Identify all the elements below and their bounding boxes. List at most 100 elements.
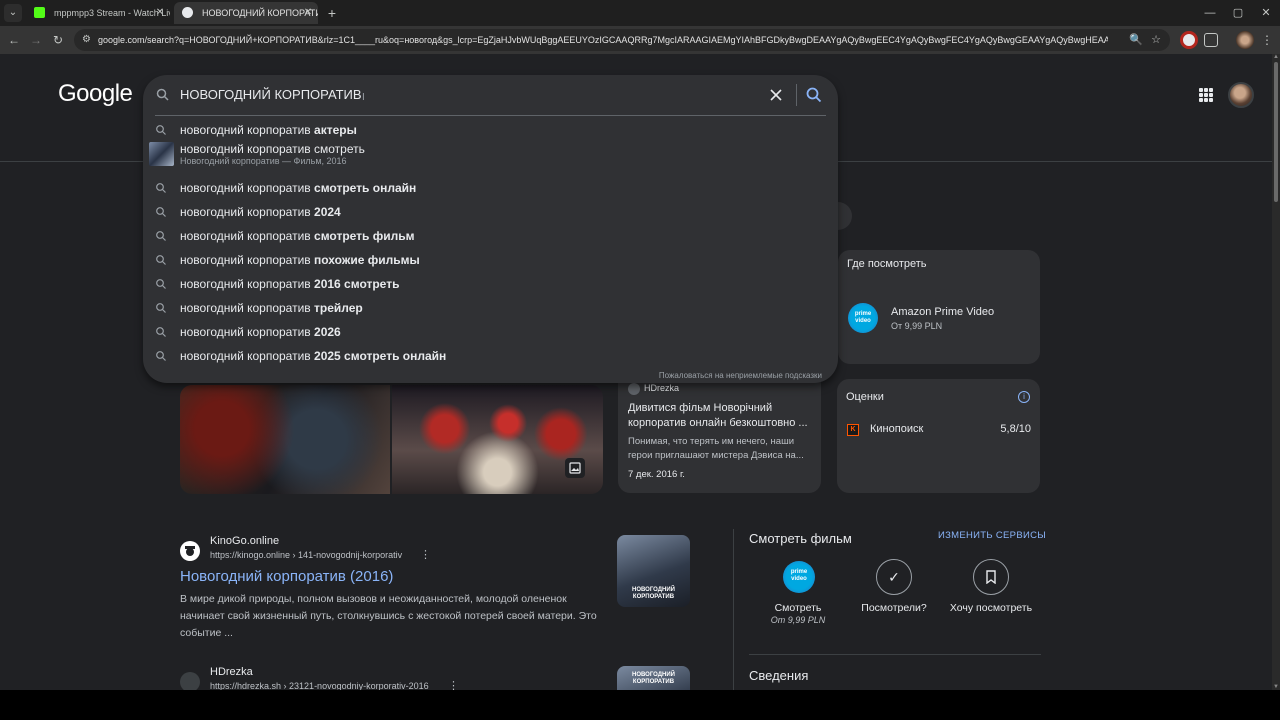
url-text[interactable]: google.com/search?q=НОВОГОДНИЙ+КОРПОРАТИ… bbox=[98, 29, 1108, 51]
profile-avatar-icon[interactable] bbox=[1236, 31, 1254, 49]
reload-icon[interactable]: ↻ bbox=[49, 31, 67, 49]
scroll-thumb[interactable] bbox=[1274, 62, 1278, 202]
site-info-icon[interactable]: ⚙ bbox=[82, 34, 94, 46]
filter-chip-edge[interactable] bbox=[838, 202, 852, 230]
tab-close-icon[interactable]: ✕ bbox=[154, 2, 166, 24]
suggestion-text: новогодний корпоратив 2016 смотреть bbox=[180, 272, 399, 296]
suggestion-subtitle: Новогодний корпоратив — Фильм, 2016 bbox=[180, 156, 347, 166]
clear-icon[interactable] bbox=[767, 86, 785, 104]
suggestion-base: новогодний корпоратив bbox=[180, 301, 315, 315]
suggestion-thumbnail bbox=[149, 142, 174, 166]
suggestion-base: новогодний корпоратив bbox=[180, 123, 315, 137]
search-autocomplete-panel: НОВОГОДНИЙ КОРПОРАТИВ I новогодний корпо… bbox=[143, 75, 838, 383]
want-to-watch-label: Хочу посмотреть bbox=[949, 602, 1033, 614]
suggestion-base: новогодний корпоратив bbox=[180, 253, 315, 267]
suggestion-item[interactable]: новогодний корпоратив похожие фильмы bbox=[143, 248, 838, 272]
search-icon bbox=[156, 88, 169, 101]
search-input[interactable]: НОВОГОДНИЙ КОРПОРАТИВ bbox=[180, 87, 362, 103]
suggestion-completion: похожие фильмы bbox=[314, 253, 420, 267]
kinopoisk-icon: K bbox=[847, 424, 859, 436]
apps-grid-icon[interactable] bbox=[1199, 88, 1213, 102]
result-snippet: В мире дикой природы, полном вызовов и н… bbox=[180, 593, 597, 639]
account-avatar[interactable] bbox=[1228, 82, 1254, 108]
suggestion-item[interactable]: новогодний корпоратив актеры bbox=[143, 118, 838, 142]
search-result: KinoGo.online https://kinogo.online › 14… bbox=[180, 535, 700, 645]
search-icon bbox=[156, 279, 166, 289]
search-icon bbox=[156, 231, 166, 241]
report-suggestions-link[interactable]: Пожаловаться на неприемлемые подсказки bbox=[659, 371, 822, 380]
article-title[interactable]: Дивитися фільм Новорічний корпоратив онл… bbox=[628, 401, 814, 431]
bookmark-icon bbox=[973, 559, 1009, 595]
tab-search-button[interactable]: ⌄ bbox=[4, 4, 22, 22]
suggestion-text: новогодний корпоратив актеры bbox=[180, 118, 357, 142]
search-icon bbox=[156, 183, 166, 193]
suggestion-item[interactable]: новогодний корпоратив 2025 смотреть онла… bbox=[143, 344, 838, 368]
minimize-button[interactable]: — bbox=[1196, 2, 1224, 24]
tab-google-search[interactable]: НОВОГОДНИЙ КОРПОРАТИВ ✕ bbox=[174, 2, 318, 24]
tab-strip: ⌄ mppmpp3 Stream - Watch Live ✕ НОВОГОДН… bbox=[0, 0, 1280, 26]
result-thumbnail[interactable]: НОВОГОДНИЙ КОРПОРАТИВ bbox=[617, 535, 690, 607]
tab-title: НОВОГОДНИЙ КОРПОРАТИВ bbox=[202, 8, 318, 18]
result-thumbnail[interactable]: НОВОГОДНИЙ КОРПОРАТИВ bbox=[617, 666, 690, 690]
where-to-watch-title: Где посмотреть bbox=[847, 258, 927, 270]
prime-video-icon: prime video bbox=[783, 561, 815, 593]
check-icon: ✓ bbox=[876, 559, 912, 595]
watch-label: Смотреть bbox=[774, 602, 822, 614]
change-services-link[interactable]: ИЗМЕНИТЬ СЕРВИСЫ bbox=[938, 530, 1046, 541]
result-site-name[interactable]: HDrezka bbox=[210, 666, 253, 678]
info-icon[interactable]: i bbox=[1018, 391, 1030, 403]
suggestion-text: новогодний корпоратив смотреть онлайн bbox=[180, 176, 416, 200]
close-window-button[interactable]: ✕ bbox=[1252, 2, 1280, 24]
provider-name[interactable]: Amazon Prime Video bbox=[891, 306, 994, 318]
result-menu-icon[interactable]: ⋮ bbox=[420, 548, 431, 561]
search-icon bbox=[156, 125, 166, 135]
zoom-icon[interactable]: 🔍 bbox=[1128, 32, 1144, 48]
result-url[interactable]: https://kinogo.online › 141-novogodnij-k… bbox=[210, 550, 402, 560]
watch-movie-title: Смотреть фильм bbox=[749, 531, 852, 546]
search-icon bbox=[156, 351, 166, 361]
tab-close-icon[interactable]: ✕ bbox=[302, 2, 314, 24]
search-icon bbox=[156, 207, 166, 217]
article-card[interactable]: HDrezka Дивитися фільм Новорічний корпор… bbox=[618, 379, 821, 493]
maximize-button[interactable]: ▢ bbox=[1224, 2, 1252, 24]
divider bbox=[155, 115, 826, 116]
page-scrollbar[interactable]: ▲ ▼ bbox=[1272, 54, 1280, 690]
result-site-name[interactable]: KinoGo.online bbox=[210, 535, 279, 547]
rating-source[interactable]: Кинопоиск bbox=[870, 423, 923, 435]
bookmark-star-icon[interactable]: ☆ bbox=[1148, 32, 1164, 48]
extensions-puzzle-icon[interactable] bbox=[1204, 33, 1218, 47]
suggestion-item[interactable]: новогодний корпоратив 2026 bbox=[143, 320, 838, 344]
result-url[interactable]: https://hdrezka.sh › 23121-novogodniy-ko… bbox=[210, 681, 429, 690]
suggestion-completion: 2026 bbox=[314, 325, 341, 339]
image-search-icon[interactable] bbox=[565, 458, 585, 478]
thumbnail-caption: НОВОГОДНИЙ КОРПОРАТИВ bbox=[632, 587, 675, 600]
ratings-title: Оценки bbox=[846, 391, 884, 403]
result-title-link[interactable]: Новогодний корпоратив (2016) bbox=[180, 568, 393, 585]
extension-icon[interactable] bbox=[1180, 31, 1198, 49]
suggestion-text: новогодний корпоратив смотреть фильм bbox=[180, 224, 415, 248]
rating-value: 5,8/10 bbox=[1000, 423, 1031, 435]
article-date: 7 дек. 2016 г. bbox=[628, 469, 685, 480]
suggestion-item[interactable]: новогодний корпоратив 2024 bbox=[143, 200, 838, 224]
google-logo[interactable]: Google bbox=[58, 80, 133, 108]
result-menu-icon[interactable]: ⋮ bbox=[448, 679, 459, 690]
suggestion-item[interactable]: новогодний корпоратив смотреть фильм bbox=[143, 224, 838, 248]
search-result: HDrezka https://hdrezka.sh › 23121-novog… bbox=[180, 666, 700, 690]
back-icon[interactable]: ← bbox=[5, 31, 23, 49]
address-bar[interactable]: ⚙ google.com/search?q=НОВОГОДНИЙ+КОРПОРА… bbox=[74, 29, 1170, 51]
column-divider bbox=[733, 529, 734, 690]
menu-kebab-icon[interactable]: ⋮ bbox=[1258, 31, 1276, 49]
suggestion-item[interactable]: новогодний корпоратив смотреть Новогодний… bbox=[143, 142, 838, 166]
scroll-up-icon[interactable]: ▲ bbox=[1273, 54, 1279, 60]
tab-kick-stream[interactable]: mppmpp3 Stream - Watch Live ✕ bbox=[26, 2, 170, 24]
movie-still-image[interactable] bbox=[180, 385, 390, 494]
kinogo-favicon-icon bbox=[180, 541, 200, 561]
suggestion-item[interactable]: новогодний корпоратив 2016 смотреть bbox=[143, 272, 838, 296]
suggestion-item[interactable]: новогодний корпоратив смотреть онлайн bbox=[143, 176, 838, 200]
suggestion-item[interactable]: новогодний корпоратив трейлер bbox=[143, 296, 838, 320]
thumbnail-caption: НОВОГОДНИЙ КОРПОРАТИВ bbox=[632, 672, 675, 685]
forward-icon[interactable]: → bbox=[27, 31, 45, 49]
new-tab-button[interactable]: + bbox=[324, 2, 340, 24]
movie-images[interactable] bbox=[180, 385, 603, 494]
search-submit-icon[interactable] bbox=[805, 86, 823, 104]
